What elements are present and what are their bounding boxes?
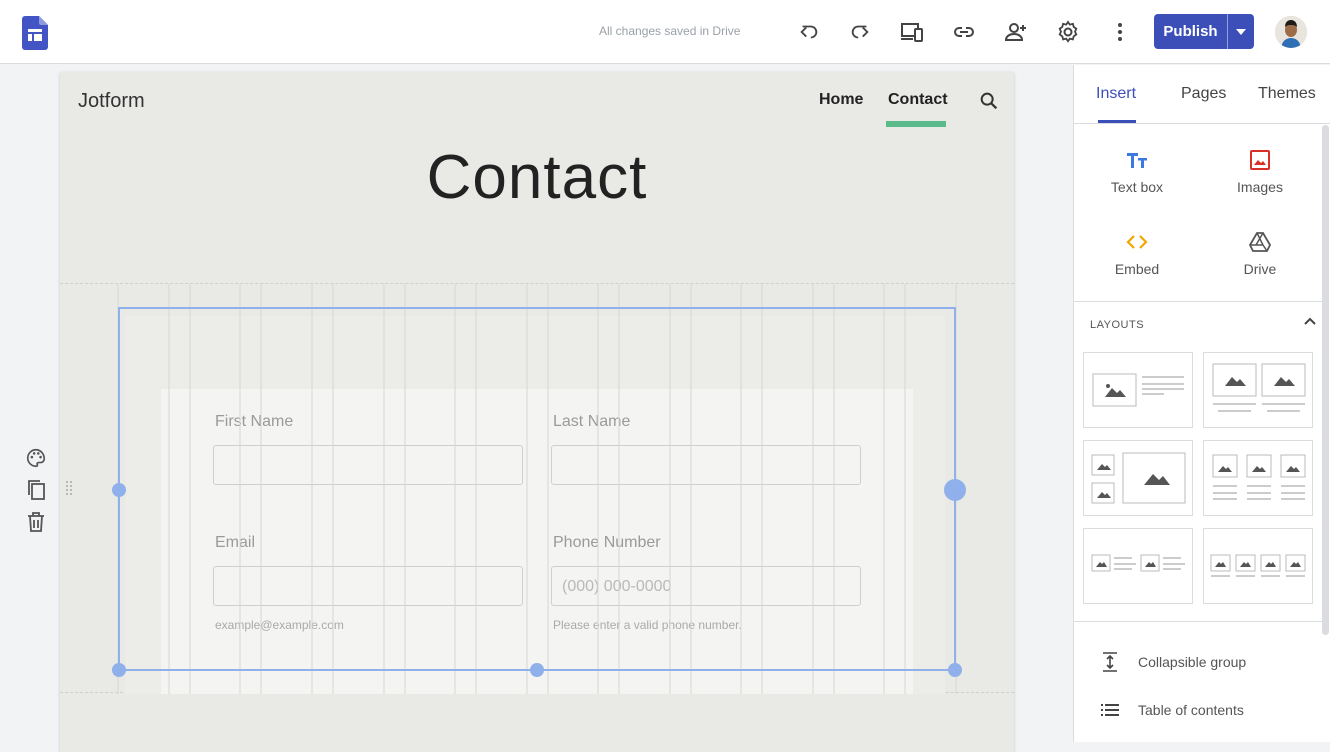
- insert-embed-button[interactable]: Embed: [1082, 231, 1192, 277]
- text-box-label: Text box: [1110, 179, 1164, 195]
- delete-section-trash-icon[interactable]: [25, 511, 47, 533]
- insert-table-of-contents-button[interactable]: Table of contents: [1100, 700, 1244, 720]
- settings-gear-icon[interactable]: [1056, 20, 1080, 44]
- publish-button-group: Publish: [1154, 14, 1254, 49]
- embed-code-icon: [1126, 231, 1148, 253]
- redo-icon[interactable]: [848, 20, 872, 44]
- duplicate-section-icon[interactable]: [25, 479, 47, 501]
- layout-four-columns[interactable]: [1203, 528, 1313, 604]
- search-icon[interactable]: [978, 90, 1000, 112]
- embed-label: Embed: [1114, 261, 1160, 277]
- publish-button[interactable]: Publish: [1154, 14, 1228, 49]
- insert-text-box-button[interactable]: Text box: [1082, 149, 1192, 195]
- resize-handle-bottom-left[interactable]: [112, 663, 126, 677]
- table-of-contents-icon: [1100, 700, 1120, 720]
- tab-insert[interactable]: Insert: [1096, 85, 1136, 103]
- layout-image-text[interactable]: [1083, 352, 1193, 428]
- top-toolbar: All changes saved in Drive Publish: [0, 0, 1330, 64]
- more-vertical-icon[interactable]: [1108, 20, 1132, 44]
- site-page-canvas: Jotform Home Contact Contact First Name …: [60, 72, 1014, 752]
- collapse-chevron-up-icon[interactable]: [1302, 313, 1318, 329]
- layout-two-images[interactable]: [1203, 352, 1313, 428]
- resize-handle-right[interactable]: [944, 479, 966, 501]
- nav-link-home[interactable]: Home: [819, 91, 863, 109]
- resize-handle-left[interactable]: [112, 483, 126, 497]
- drive-label: Drive: [1243, 261, 1277, 277]
- collapsible-group-label: Collapsible group: [1138, 654, 1247, 670]
- share-add-person-icon[interactable]: [1004, 20, 1028, 44]
- embed-section[interactable]: First Name Last Name Email example@examp…: [60, 283, 1014, 694]
- table-of-contents-label: Table of contents: [1138, 702, 1244, 718]
- save-status: All changes saved in Drive: [599, 24, 741, 38]
- layout-three-columns[interactable]: [1203, 440, 1313, 516]
- insert-images-button[interactable]: Images: [1205, 149, 1315, 195]
- insert-panel: Insert Pages Themes Text box Images Embe…: [1073, 65, 1330, 742]
- layout-gallery[interactable]: [1083, 440, 1193, 516]
- collapsible-group-icon: [1100, 652, 1120, 672]
- undo-icon[interactable]: [797, 20, 821, 44]
- preview-devices-icon[interactable]: [900, 20, 924, 44]
- selection-box: [118, 307, 956, 671]
- insert-collapsible-group-button[interactable]: Collapsible group: [1100, 652, 1246, 672]
- resize-handle-bottom-right[interactable]: [948, 663, 962, 677]
- section-color-palette-icon[interactable]: [25, 447, 47, 469]
- drag-handle-icon[interactable]: [65, 480, 73, 498]
- section-divider: [1074, 621, 1322, 622]
- image-icon: [1249, 149, 1271, 171]
- drive-icon: [1248, 231, 1272, 253]
- tab-pages[interactable]: Pages: [1181, 85, 1226, 103]
- avatar[interactable]: [1275, 16, 1307, 48]
- tabs-divider: [1074, 123, 1330, 124]
- section-divider: [1074, 301, 1322, 302]
- nav-active-indicator: [886, 121, 946, 127]
- page-title: Contact: [426, 143, 648, 212]
- layout-two-image-text[interactable]: [1083, 528, 1193, 604]
- site-title[interactable]: Jotform: [78, 90, 145, 113]
- layouts-heading: LAYOUTS: [1090, 319, 1145, 331]
- tab-themes[interactable]: Themes: [1258, 85, 1316, 103]
- nav-link-contact[interactable]: Contact: [888, 91, 948, 109]
- google-sites-logo-icon[interactable]: [22, 16, 48, 50]
- resize-handle-bottom[interactable]: [530, 663, 544, 677]
- insert-drive-button[interactable]: Drive: [1205, 231, 1315, 277]
- publish-options-chevron-icon[interactable]: [1228, 14, 1254, 49]
- panel-scrollbar[interactable]: [1322, 125, 1329, 635]
- link-icon[interactable]: [952, 20, 976, 44]
- images-label: Images: [1237, 179, 1283, 195]
- text-box-icon: [1126, 149, 1148, 171]
